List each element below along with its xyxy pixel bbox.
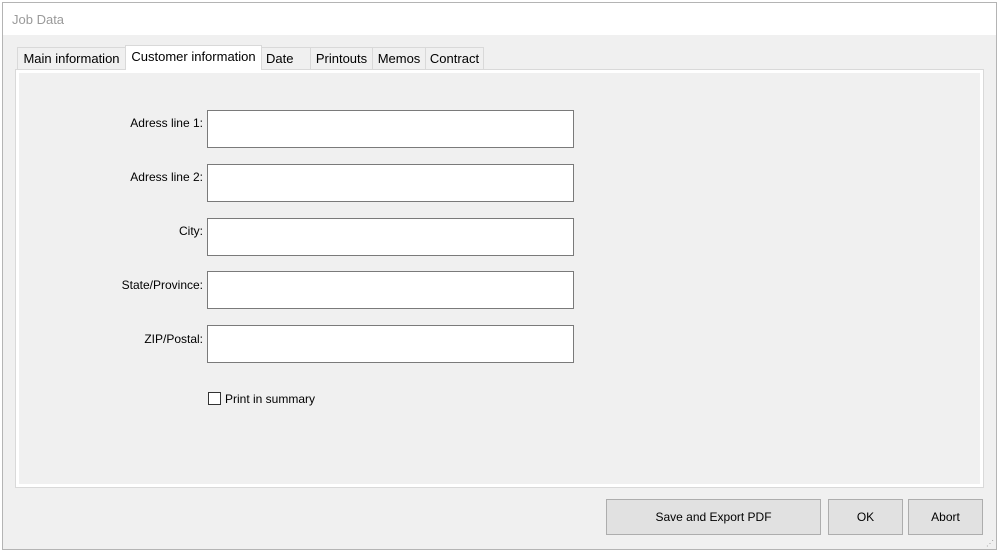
zip-input[interactable] — [207, 325, 574, 363]
print-in-summary-label[interactable]: Print in summary — [225, 392, 315, 406]
address2-input[interactable] — [207, 164, 574, 202]
address1-label: Adress line 1: — [130, 116, 203, 130]
address2-label: Adress line 2: — [130, 170, 203, 184]
city-input[interactable] — [207, 218, 574, 256]
state-label: State/Province: — [121, 278, 203, 292]
resize-grip-icon[interactable]: ⋰ — [986, 539, 994, 548]
print-in-summary-checkbox[interactable] — [208, 392, 221, 405]
address1-input[interactable] — [207, 110, 574, 148]
tab-contract[interactable]: Contract — [425, 47, 484, 69]
zip-label: ZIP/Postal: — [144, 332, 203, 346]
tab-customer-information[interactable]: Customer information — [125, 45, 262, 70]
title-bar: Job Data — [3, 3, 996, 35]
tab-memos[interactable]: Memos — [372, 47, 426, 69]
tab-main-information[interactable]: Main information — [17, 47, 126, 69]
city-label: City: — [179, 224, 203, 238]
tab-date[interactable]: Date — [261, 47, 311, 69]
abort-button[interactable]: Abort — [908, 499, 983, 535]
ok-button[interactable]: OK — [828, 499, 903, 535]
tab-printouts[interactable]: Printouts — [310, 47, 373, 69]
window-title: Job Data — [12, 12, 65, 27]
state-input[interactable] — [207, 271, 574, 309]
save-export-pdf-button[interactable]: Save and Export PDF — [606, 499, 821, 535]
